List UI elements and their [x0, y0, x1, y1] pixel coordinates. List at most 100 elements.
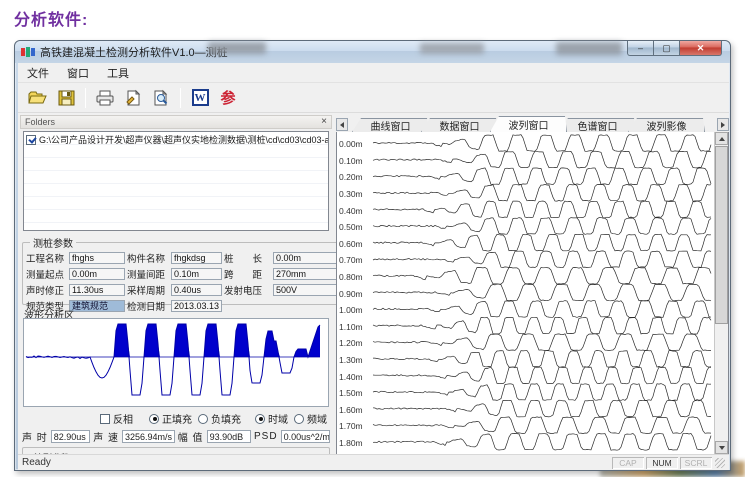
tab-scroll-left-icon[interactable]	[336, 118, 348, 131]
wavetrain-row	[373, 400, 711, 417]
save-icon[interactable]	[53, 86, 79, 110]
param-value-8[interactable]: 500V	[273, 284, 343, 296]
param-value-0[interactable]: fhghs	[69, 252, 125, 264]
status-bar: Ready CAPNUMSCRL	[18, 454, 729, 470]
scroll-down-icon[interactable]	[715, 441, 728, 454]
tab-3[interactable]: 色谱窗口	[559, 118, 636, 132]
checkbox-icon[interactable]	[100, 414, 110, 424]
menu-item-1[interactable]: 窗口	[58, 63, 98, 83]
params-icon[interactable]: 参	[215, 86, 241, 110]
reading-value-0[interactable]: 82.90us	[51, 430, 90, 443]
invert-checkbox[interactable]: 反相	[100, 411, 133, 426]
print-preview-icon[interactable]	[148, 86, 174, 110]
param-value-1[interactable]: fhgkdsg	[171, 252, 222, 264]
tab-1[interactable]: 数据窗口	[421, 118, 498, 132]
tab-scroll-right-icon[interactable]	[717, 118, 729, 131]
tab-4[interactable]: 波列影像	[628, 118, 705, 132]
scrollbar-thumb[interactable]	[715, 146, 728, 324]
depth-label-17: 1.70m	[339, 418, 371, 435]
param-value-3[interactable]: 0.00m	[69, 268, 125, 280]
toolbar-separator	[85, 88, 86, 108]
folder-tree[interactable]: G:\公司产品设计开发\超声仪器\超声仪实地检测数据\测桩\cd\cd03\cd…	[23, 131, 329, 231]
close-icon[interactable]: ×	[321, 117, 327, 127]
depth-label-3: 0.30m	[339, 186, 371, 203]
wavetrain-area[interactable]: 0.00m0.10m0.20m0.30m0.40m0.50m0.60m0.70m…	[336, 132, 729, 456]
analysis-wave-outline	[26, 324, 320, 395]
depth-label-7: 0.70m	[339, 252, 371, 269]
time-domain-label: 时域	[268, 411, 288, 426]
title-bar[interactable]: 高铁建混凝土检测分析软件V1.0—测桩	[15, 41, 730, 63]
close-button[interactable]: ✕	[680, 41, 722, 56]
tab-2[interactable]: 波列窗口	[490, 116, 567, 132]
tab-0[interactable]: 曲线窗口	[352, 118, 429, 132]
depth-label-11: 1.10m	[339, 319, 371, 336]
app-icon	[21, 46, 35, 58]
param-value-10[interactable]: 2013.03.13	[171, 300, 222, 312]
depth-label-14: 1.40m	[339, 368, 371, 385]
printer-icon[interactable]	[92, 86, 118, 110]
param-label-6: 声时修正	[26, 283, 67, 297]
depth-label-4: 0.40m	[339, 202, 371, 219]
reading-label-2: 幅 值	[178, 429, 204, 444]
depth-label-15: 1.50m	[339, 385, 371, 402]
param-label-7: 采样周期	[127, 283, 169, 297]
menu-item-0[interactable]: 文件	[18, 63, 58, 83]
toolbar-separator	[180, 88, 181, 108]
depth-label-16: 1.60m	[339, 402, 371, 419]
param-label-2: 桩 长	[224, 251, 271, 265]
wavetrain-row	[373, 251, 711, 268]
waveform-analysis-box[interactable]	[23, 318, 329, 407]
radio-icon[interactable]	[149, 414, 159, 424]
page-heading: 分析软件:	[14, 6, 88, 30]
wavetrain-row	[373, 350, 711, 367]
freq-domain-radio[interactable]: 频域	[294, 411, 327, 426]
depth-label-5: 0.50m	[339, 219, 371, 236]
print-setup-icon[interactable]	[120, 86, 146, 110]
background-artifact	[556, 42, 622, 55]
indicator-scrl: SCRL	[680, 457, 712, 469]
radio-icon[interactable]	[198, 414, 208, 424]
radio-icon[interactable]	[294, 414, 304, 424]
reading-value-3[interactable]: 0.00us^2/m	[281, 430, 330, 443]
wavetrain-row	[373, 151, 711, 168]
fill-positive-radio[interactable]: 正填充	[149, 411, 192, 426]
tree-item[interactable]: G:\公司产品设计开发\超声仪器\超声仪实地检测数据\测桩\cd\cd03\cd…	[24, 132, 328, 147]
fill-negative-radio[interactable]: 负填充	[198, 411, 241, 426]
background-artifact	[420, 43, 484, 54]
fill-negative-label: 负填充	[211, 411, 241, 426]
radio-icon[interactable]	[255, 414, 265, 424]
param-value-2[interactable]: 0.00m	[273, 252, 343, 264]
fill-positive-label: 正填充	[162, 411, 192, 426]
menu-bar: 文件窗口工具	[18, 63, 729, 83]
checkbox-icon[interactable]	[26, 135, 36, 145]
indicator-num: NUM	[646, 457, 678, 469]
wavetrain-row	[373, 168, 711, 185]
param-value-5[interactable]: 270mm	[273, 268, 343, 280]
wavetrain-row	[373, 135, 711, 152]
param-value-7[interactable]: 0.40us	[171, 284, 222, 296]
toolbar: W 参	[18, 83, 729, 113]
menu-item-2[interactable]: 工具	[98, 63, 138, 83]
minimize-button[interactable]: –	[627, 41, 654, 56]
param-label-1: 构件名称	[127, 251, 169, 265]
background-artifact	[208, 42, 266, 54]
depth-label-10: 1.00m	[339, 302, 371, 319]
param-value-6[interactable]: 11.30us	[69, 284, 125, 296]
indicator-cap: CAP	[612, 457, 644, 469]
resize-grip-icon[interactable]	[715, 458, 725, 468]
param-value-9[interactable]: 建筑规范	[69, 300, 125, 312]
time-domain-radio[interactable]: 时域	[255, 411, 288, 426]
open-folder-icon[interactable]	[25, 86, 51, 110]
freq-domain-label: 频域	[307, 411, 327, 426]
param-value-4[interactable]: 0.10m	[171, 268, 222, 280]
maximize-button[interactable]: ▢	[654, 41, 680, 56]
window-title: 高铁建混凝土检测分析软件V1.0—测桩	[40, 44, 228, 60]
right-panel: 曲线窗口数据窗口波列窗口色谱窗口波列影像 0.00m0.10m0.20m0.30…	[336, 115, 729, 456]
scroll-up-icon[interactable]	[715, 132, 728, 145]
reading-value-2[interactable]: 93.90dB	[207, 430, 251, 443]
word-export-icon[interactable]: W	[187, 86, 213, 110]
scrollbar[interactable]	[714, 132, 728, 454]
reading-value-1[interactable]: 3256.94m/s	[122, 430, 175, 443]
param-label-3: 测量起点	[26, 267, 67, 281]
param-label-4: 测量间距	[127, 267, 169, 281]
